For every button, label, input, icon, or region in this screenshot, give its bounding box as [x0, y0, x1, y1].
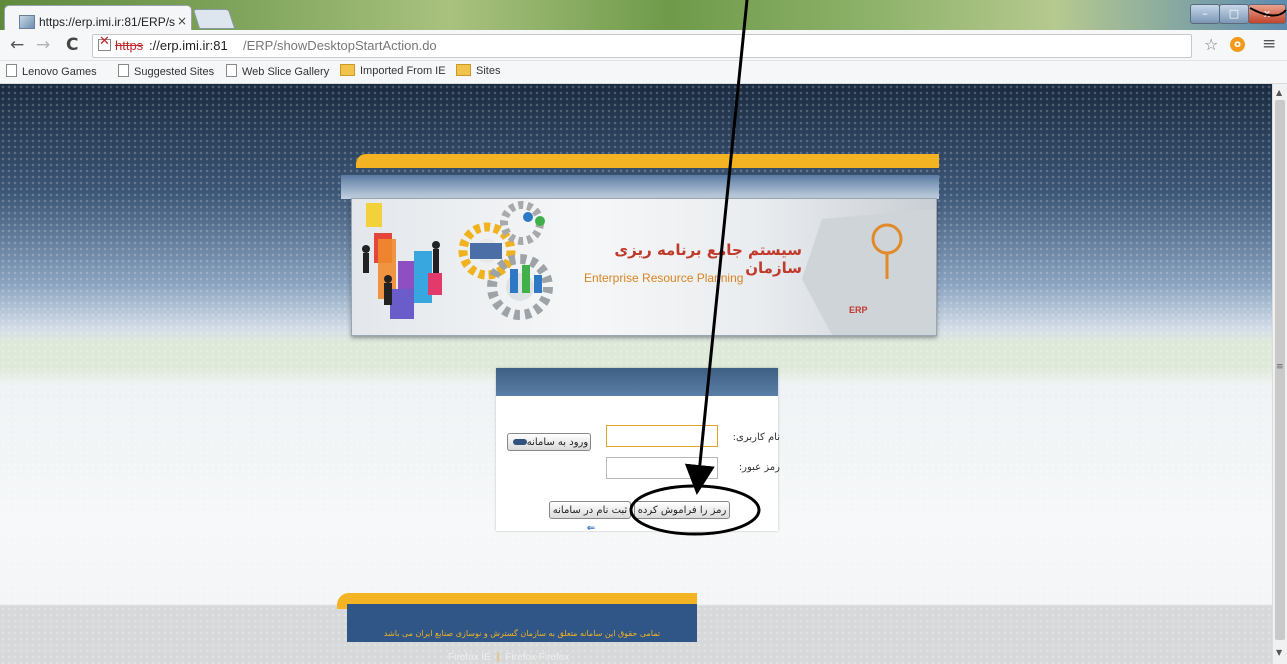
erp-badge: ERP [849, 305, 868, 315]
banner-accent-stripe [356, 154, 939, 168]
security-warning-icon: ✕ [99, 34, 110, 49]
bookmark-suggested-sites[interactable]: Suggested Sites [118, 64, 214, 78]
bookmark-label: Lenovo Games [22, 66, 97, 78]
url-path: /ERP/showDesktopStartAction.do [243, 38, 437, 53]
username-field[interactable] [606, 425, 718, 447]
minimize-button[interactable]: – [1190, 4, 1220, 24]
footer-link-ie[interactable]: Firefox IE [448, 652, 491, 663]
register-button[interactable]: ثبت نام در سامانه ⇐ [549, 501, 631, 534]
address-bar[interactable]: ✕ https ://erp.imi.ir:81 /ERP/showDeskto… [92, 34, 1192, 58]
url-host: ://erp.imi.ir:81 [149, 38, 228, 53]
page-icon [118, 64, 129, 77]
password-label: رمز عبور: [738, 462, 780, 473]
reload-icon[interactable]: C [66, 35, 78, 55]
tab-strip: https://erp.imi.ir:81/ERP/s × – □ x [0, 0, 1287, 32]
browser-toolbar: ← → C ✕ https ://erp.imi.ir:81 /ERP/show… [0, 30, 1287, 61]
bookmark-lenovo-games[interactable]: Lenovo Games [6, 64, 97, 78]
banner-subtitle: Enterprise Resource Planning [584, 271, 744, 285]
register-button-label: ثبت نام در سامانه [552, 505, 628, 516]
new-tab-button[interactable] [192, 9, 236, 29]
page-icon [226, 64, 237, 77]
forgot-password-label: رمز را فراموش کرده [637, 505, 727, 516]
close-window-button[interactable]: x [1248, 4, 1286, 24]
bookmark-sites[interactable]: Sites [456, 64, 500, 77]
footer-copyright: تمامی حقوق این سامانه متعلق به سازمان گس… [383, 629, 661, 638]
login-panel-header [496, 368, 778, 396]
vertical-scrollbar[interactable]: ▲ ≡ ▼ [1272, 84, 1287, 664]
password-field[interactable] [606, 457, 718, 479]
bookmark-star-icon[interactable]: ☆ [1204, 35, 1218, 54]
banner-frame [341, 175, 939, 199]
bookmarks-bar: Lenovo Games Suggested Sites Web Slice G… [0, 61, 1287, 84]
forgot-password-button[interactable]: رمز را فراموش کرده [634, 501, 730, 519]
bookmark-label: Imported From IE [360, 65, 446, 77]
erp-banner: سیستم جامع برنامه ریزی سازمان Enterprise… [351, 198, 937, 336]
scroll-down-icon[interactable]: ▼ [1276, 648, 1282, 657]
login-button-label: ورود به سامانه [526, 437, 589, 448]
page-icon [6, 64, 17, 77]
bookmark-label: Web Slice Gallery [242, 66, 330, 78]
footer-link-firefox[interactable]: Firefox Firefox [505, 652, 569, 663]
menu-icon[interactable]: ≡ [1262, 34, 1276, 54]
bookmark-imported-from-ie[interactable]: Imported From IE [340, 64, 446, 77]
username-label: نام کاربری: [732, 432, 780, 443]
bookmark-label: Suggested Sites [134, 66, 215, 78]
scroll-grip-icon: ≡ [1276, 362, 1284, 372]
bookmark-label: Sites [476, 65, 501, 77]
site-favicon-icon [19, 15, 35, 29]
maximize-button[interactable]: □ [1219, 4, 1249, 24]
url-protocol: https [115, 38, 144, 53]
footer-links: Firefox IE | Firefox Firefox [448, 652, 569, 663]
login-button[interactable]: ورود به سامانه [507, 433, 591, 451]
bookmark-web-slice-gallery[interactable]: Web Slice Gallery [226, 64, 329, 78]
scroll-up-icon[interactable]: ▲ [1276, 88, 1282, 97]
folder-icon [340, 64, 355, 76]
tab-close-icon[interactable]: × [177, 14, 187, 28]
footer-separator: | [496, 652, 500, 663]
back-arrow-icon[interactable]: ← [10, 35, 24, 55]
arrow-icon: ⇐ [586, 523, 596, 534]
tab-title: https://erp.imi.ir:81/ERP/s [39, 15, 176, 29]
key-icon [512, 439, 527, 445]
extension-icon[interactable]: o [1230, 37, 1245, 52]
folder-icon [456, 64, 471, 76]
forward-arrow-icon[interactable]: → [36, 35, 50, 55]
browser-tab[interactable]: https://erp.imi.ir:81/ERP/s × [4, 5, 192, 32]
